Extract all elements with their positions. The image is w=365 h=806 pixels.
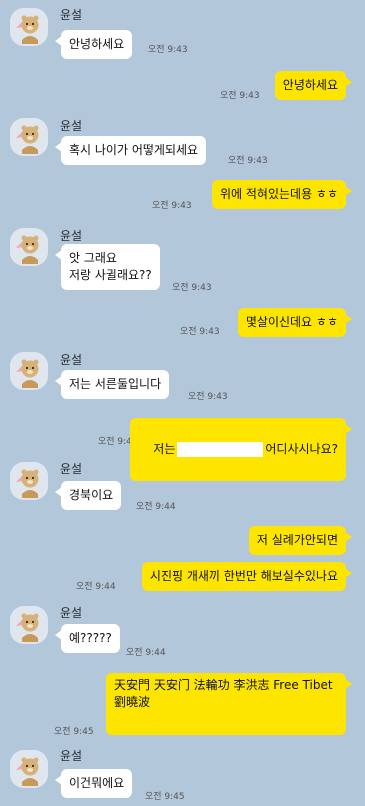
message-bubble[interactable]: 안녕하세요 (274, 71, 353, 100)
bear-avatar-icon[interactable] (10, 606, 48, 644)
message-bubble[interactable]: 시진핑 개새끼 한번만 해보실수있나요 (141, 562, 353, 591)
sender-name: 윤설 (60, 606, 83, 620)
message-time: 오전 9:43 (172, 283, 212, 293)
message-time: 오전 9:44 (126, 648, 166, 658)
message-time: 오전 9:44 (76, 582, 116, 592)
message-bubble[interactable]: 경북이요 (54, 481, 122, 510)
message-time: 오전 9:45 (54, 727, 94, 737)
message-time: 오전 9:45 (145, 792, 185, 802)
bear-avatar-icon[interactable] (10, 352, 48, 390)
bear-avatar-icon[interactable] (10, 750, 48, 788)
sender-name: 윤설 (60, 229, 83, 243)
sender-name: 윤설 (60, 353, 83, 367)
message-time: 오전 9:44 (136, 502, 176, 512)
message-time: 오전 9:43 (228, 156, 268, 166)
bear-avatar-icon[interactable] (10, 118, 48, 156)
sender-name: 윤설 (60, 8, 83, 22)
message-bubble[interactable]: 앗 그래요 저랑 사귈래요?? (55, 244, 160, 290)
message-time: 오전 9:43 (188, 392, 228, 402)
message-bubble[interactable]: 이건뭐에요 (54, 769, 133, 798)
redacted-block (177, 442, 264, 457)
message-bubble[interactable]: 예????? (55, 624, 120, 653)
sender-name: 윤설 (60, 462, 83, 476)
message-time: 오전 9:43 (148, 45, 188, 55)
message-time: 오전 9:43 (152, 201, 192, 211)
message-bubble[interactable]: 저는 어디사시나요? (130, 418, 352, 481)
message-text-after: 어디사시나요? (265, 442, 338, 456)
message-bubble[interactable]: 몇살이신데요 ㅎㅎ (237, 308, 353, 337)
message-text-before: 저는 (153, 442, 176, 456)
message-bubble[interactable]: 저는 서른둘입니다 (54, 370, 170, 399)
bear-avatar-icon[interactable] (10, 462, 48, 500)
message-bubble[interactable]: 혹시 나이가 어떻게되세요 (54, 136, 207, 165)
bear-avatar-icon[interactable] (10, 8, 48, 46)
bear-avatar-icon[interactable] (10, 228, 48, 266)
message-bubble[interactable]: 天安門 天安门 法輪功 李洪志 Free Tibet 劉曉波 (106, 673, 352, 735)
sender-name: 윤설 (60, 749, 83, 763)
sender-name: 윤설 (60, 119, 83, 133)
message-time: 오전 9:43 (220, 91, 260, 101)
message-bubble[interactable]: 위에 적혀있는데용 ㅎㅎ (211, 180, 353, 209)
message-bubble[interactable]: 저 실례가안되면 (248, 526, 353, 555)
message-bubble[interactable]: 안녕하세요 (54, 30, 133, 59)
message-time: 오전 9:43 (180, 327, 220, 337)
